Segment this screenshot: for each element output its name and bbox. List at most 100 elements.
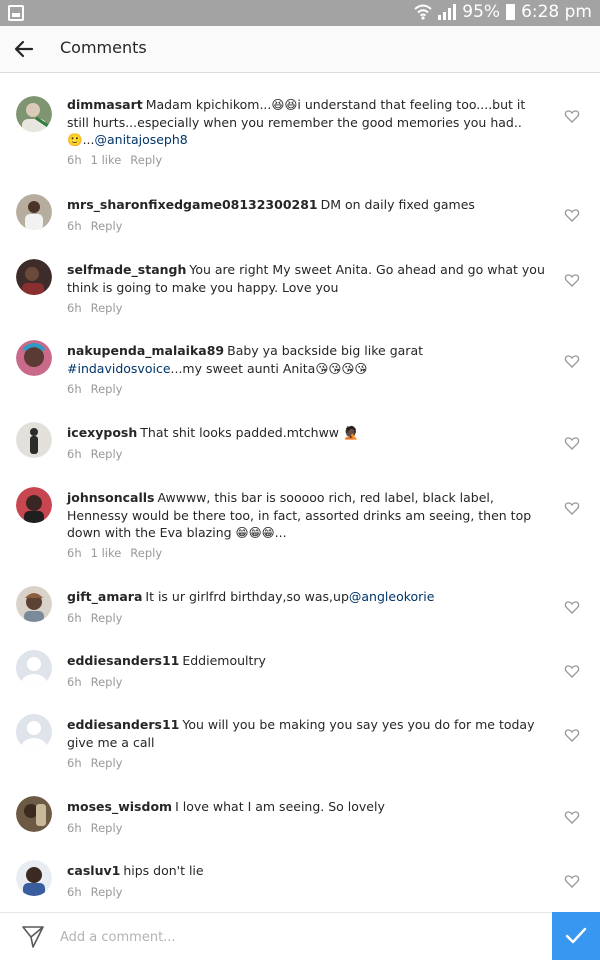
comment-text: moses_wisdom I love what I am seeing. So …: [67, 798, 547, 816]
wifi-icon: [414, 4, 432, 20]
reply-button[interactable]: Reply: [91, 756, 123, 770]
gallery-notification-icon: [8, 5, 24, 21]
comment-username[interactable]: eddiesanders11: [67, 653, 179, 668]
likes-count[interactable]: 1 like: [91, 546, 122, 560]
avatar-placeholder[interactable]: [16, 714, 52, 750]
comment-meta: 6h Reply: [67, 756, 122, 770]
comment-meta: 6h Reply: [67, 885, 122, 899]
comment-message-continued: 🙂...: [67, 132, 95, 147]
comment-time: 6h: [67, 301, 82, 315]
avatar[interactable]: [16, 796, 52, 832]
avatar[interactable]: [16, 194, 52, 230]
comment-meta: 6h Reply: [67, 301, 122, 315]
comment-time: 6h: [67, 675, 82, 689]
post-comment-button[interactable]: [552, 912, 600, 960]
heart-icon[interactable]: [564, 435, 580, 451]
heart-icon[interactable]: [564, 353, 580, 369]
comment-text: mrs_sharonfixedgame08132300281 DM on dail…: [67, 196, 547, 214]
reply-button[interactable]: Reply: [91, 219, 123, 233]
heart-icon[interactable]: [564, 873, 580, 889]
back-arrow-icon[interactable]: [12, 37, 36, 61]
comment-message: Baby ya backside big like garat: [227, 343, 423, 358]
heart-icon[interactable]: [564, 599, 580, 615]
comment-meta: 6h Reply: [67, 821, 122, 835]
comment-message: DM on daily fixed games: [320, 197, 475, 212]
comment-text: nakupenda_malaika89 Baby ya backside big …: [67, 342, 547, 377]
heart-icon[interactable]: [564, 207, 580, 223]
comment-text: johnsoncalls Awwww, this bar is sooooo ri…: [67, 489, 547, 542]
comment-time: 6h: [67, 885, 82, 899]
reply-button[interactable]: Reply: [91, 821, 123, 835]
comment-message: Eddiemoultry: [182, 653, 266, 668]
hashtag-link[interactable]: #indavidosvoice: [67, 361, 171, 376]
status-time: 6:28 pm: [521, 2, 592, 22]
comment-time: 6h: [67, 219, 82, 233]
comment-text: icexyposh That shit looks padded.mtchww 🤦…: [67, 424, 547, 442]
comment-text: eddiesanders11 You will you be making you…: [67, 716, 547, 751]
comment-message-continued: ...my sweet aunti Anita😘😘😘😘: [170, 360, 368, 376]
comment-time: 6h: [67, 756, 82, 770]
heart-icon[interactable]: [564, 500, 580, 516]
reply-button[interactable]: Reply: [91, 382, 123, 396]
reply-button[interactable]: Reply: [91, 885, 123, 899]
reply-button[interactable]: Reply: [91, 675, 123, 689]
heart-icon[interactable]: [564, 272, 580, 288]
comment-username[interactable]: selfmade_stangh: [67, 262, 186, 277]
avatar[interactable]: [16, 860, 52, 896]
comment-meta: 6h 1 like Reply: [67, 546, 162, 560]
comment-username[interactable]: gift_amara: [67, 589, 142, 604]
mention-link[interactable]: @anitajoseph8: [94, 132, 187, 147]
comment-message: That shit looks padded.mtchww 🤦🏿: [140, 425, 359, 440]
comment-text: casluv1 hips don't lie: [67, 862, 547, 880]
reply-button[interactable]: Reply: [130, 546, 162, 560]
comment-time: 6h: [67, 382, 82, 396]
likes-count[interactable]: 1 like: [91, 153, 122, 167]
comment-username[interactable]: nakupenda_malaika89: [67, 343, 224, 358]
reply-button[interactable]: Reply: [91, 301, 123, 315]
app-header: Comments: [0, 26, 600, 73]
comment-username[interactable]: casluv1: [67, 863, 120, 878]
heart-icon[interactable]: [564, 809, 580, 825]
status-indicators: 95% 6:28 pm: [414, 2, 592, 22]
comment-username[interactable]: mrs_sharonfixedgame08132300281: [67, 197, 318, 212]
heart-icon[interactable]: [564, 727, 580, 743]
page-title: Comments: [60, 38, 147, 57]
comment-message: It is ur girlfrd birthday,so was,up: [145, 589, 349, 604]
comment-username[interactable]: dimmasart: [67, 97, 143, 112]
comment-username[interactable]: eddiesanders11: [67, 717, 179, 732]
battery-icon: [506, 4, 516, 20]
checkmark-icon: [565, 927, 587, 944]
avatar[interactable]: [16, 96, 52, 132]
reply-button[interactable]: Reply: [91, 611, 123, 625]
comment-meta: 6h Reply: [67, 675, 122, 689]
comment-username[interactable]: icexyposh: [67, 425, 137, 440]
comment-meta: 6h 1 like Reply: [67, 153, 162, 167]
comment-message: I love what I am seeing. So lovely: [175, 799, 385, 814]
comment-time: 6h: [67, 611, 82, 625]
reply-button[interactable]: Reply: [130, 153, 162, 167]
comment-message: hips don't lie: [123, 863, 204, 878]
avatar[interactable]: [16, 487, 52, 523]
avatar-placeholder[interactable]: [16, 650, 52, 686]
reply-button[interactable]: Reply: [91, 447, 123, 461]
comment-username[interactable]: johnsoncalls: [67, 490, 154, 505]
comment-text: eddiesanders11 Eddiemoultry: [67, 652, 547, 670]
heart-icon[interactable]: [564, 108, 580, 124]
avatar[interactable]: [16, 340, 52, 376]
heart-icon[interactable]: [564, 663, 580, 679]
comment-composer: [0, 912, 600, 960]
mention-link[interactable]: @angleokorie: [349, 589, 435, 604]
comment-input[interactable]: [60, 921, 540, 953]
comment-time: 6h: [67, 821, 82, 835]
direct-send-icon[interactable]: [20, 924, 46, 950]
avatar[interactable]: [16, 586, 52, 622]
comment-text: gift_amara It is ur girlfrd birthday,so w…: [67, 588, 547, 606]
comment-meta: 6h Reply: [67, 611, 122, 625]
comment-username[interactable]: moses_wisdom: [67, 799, 172, 814]
battery-percentage: 95%: [462, 2, 501, 22]
comment-meta: 6h Reply: [67, 219, 122, 233]
avatar[interactable]: [16, 422, 52, 458]
avatar[interactable]: [16, 259, 52, 295]
signal-icon: [438, 4, 457, 20]
comment-meta: 6h Reply: [67, 382, 122, 396]
